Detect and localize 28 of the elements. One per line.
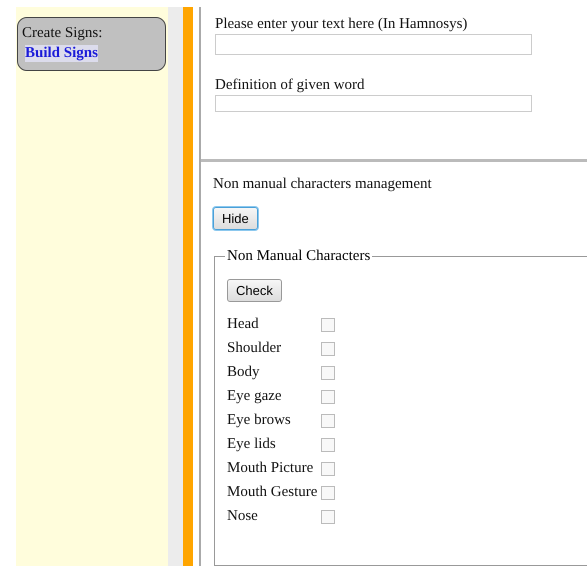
checkbox[interactable]	[321, 438, 336, 452]
fieldset-legend: Non Manual Characters	[225, 248, 372, 265]
item-label: Eye lids	[227, 436, 277, 453]
field-label: Please enter your text here (In Hamnosys)	[215, 16, 468, 33]
checkbox[interactable]	[321, 390, 336, 404]
checkbox[interactable]	[321, 462, 336, 476]
input-field[interactable]	[215, 34, 532, 55]
checkbox[interactable]	[321, 510, 336, 524]
item-label: Eye brows	[227, 412, 292, 429]
checkbox[interactable]	[321, 366, 336, 380]
checkbox[interactable]	[321, 414, 336, 428]
checkbox[interactable]	[321, 342, 336, 356]
menu-title: Create Signs:	[22, 25, 102, 42]
field-label: Definition of given word	[215, 77, 366, 94]
check-button[interactable]: Check	[227, 279, 282, 302]
item-label: Nose	[227, 508, 259, 525]
section-heading: Non manual characters management	[213, 176, 432, 193]
checkbox[interactable]	[321, 486, 336, 500]
hide-button[interactable]: Hide	[213, 207, 258, 230]
build-signs-link[interactable]: Build Signs	[25, 45, 98, 62]
checkbox[interactable]	[321, 318, 336, 332]
item-label: Mouth Gesture	[227, 484, 318, 501]
item-label: Head	[227, 316, 260, 333]
item-label: Eye gaze	[227, 388, 283, 405]
item-label: Body	[227, 364, 261, 381]
item-label: Shoulder	[227, 340, 282, 357]
item-label: Mouth Picture	[227, 460, 314, 477]
input-field[interactable]	[215, 95, 532, 112]
